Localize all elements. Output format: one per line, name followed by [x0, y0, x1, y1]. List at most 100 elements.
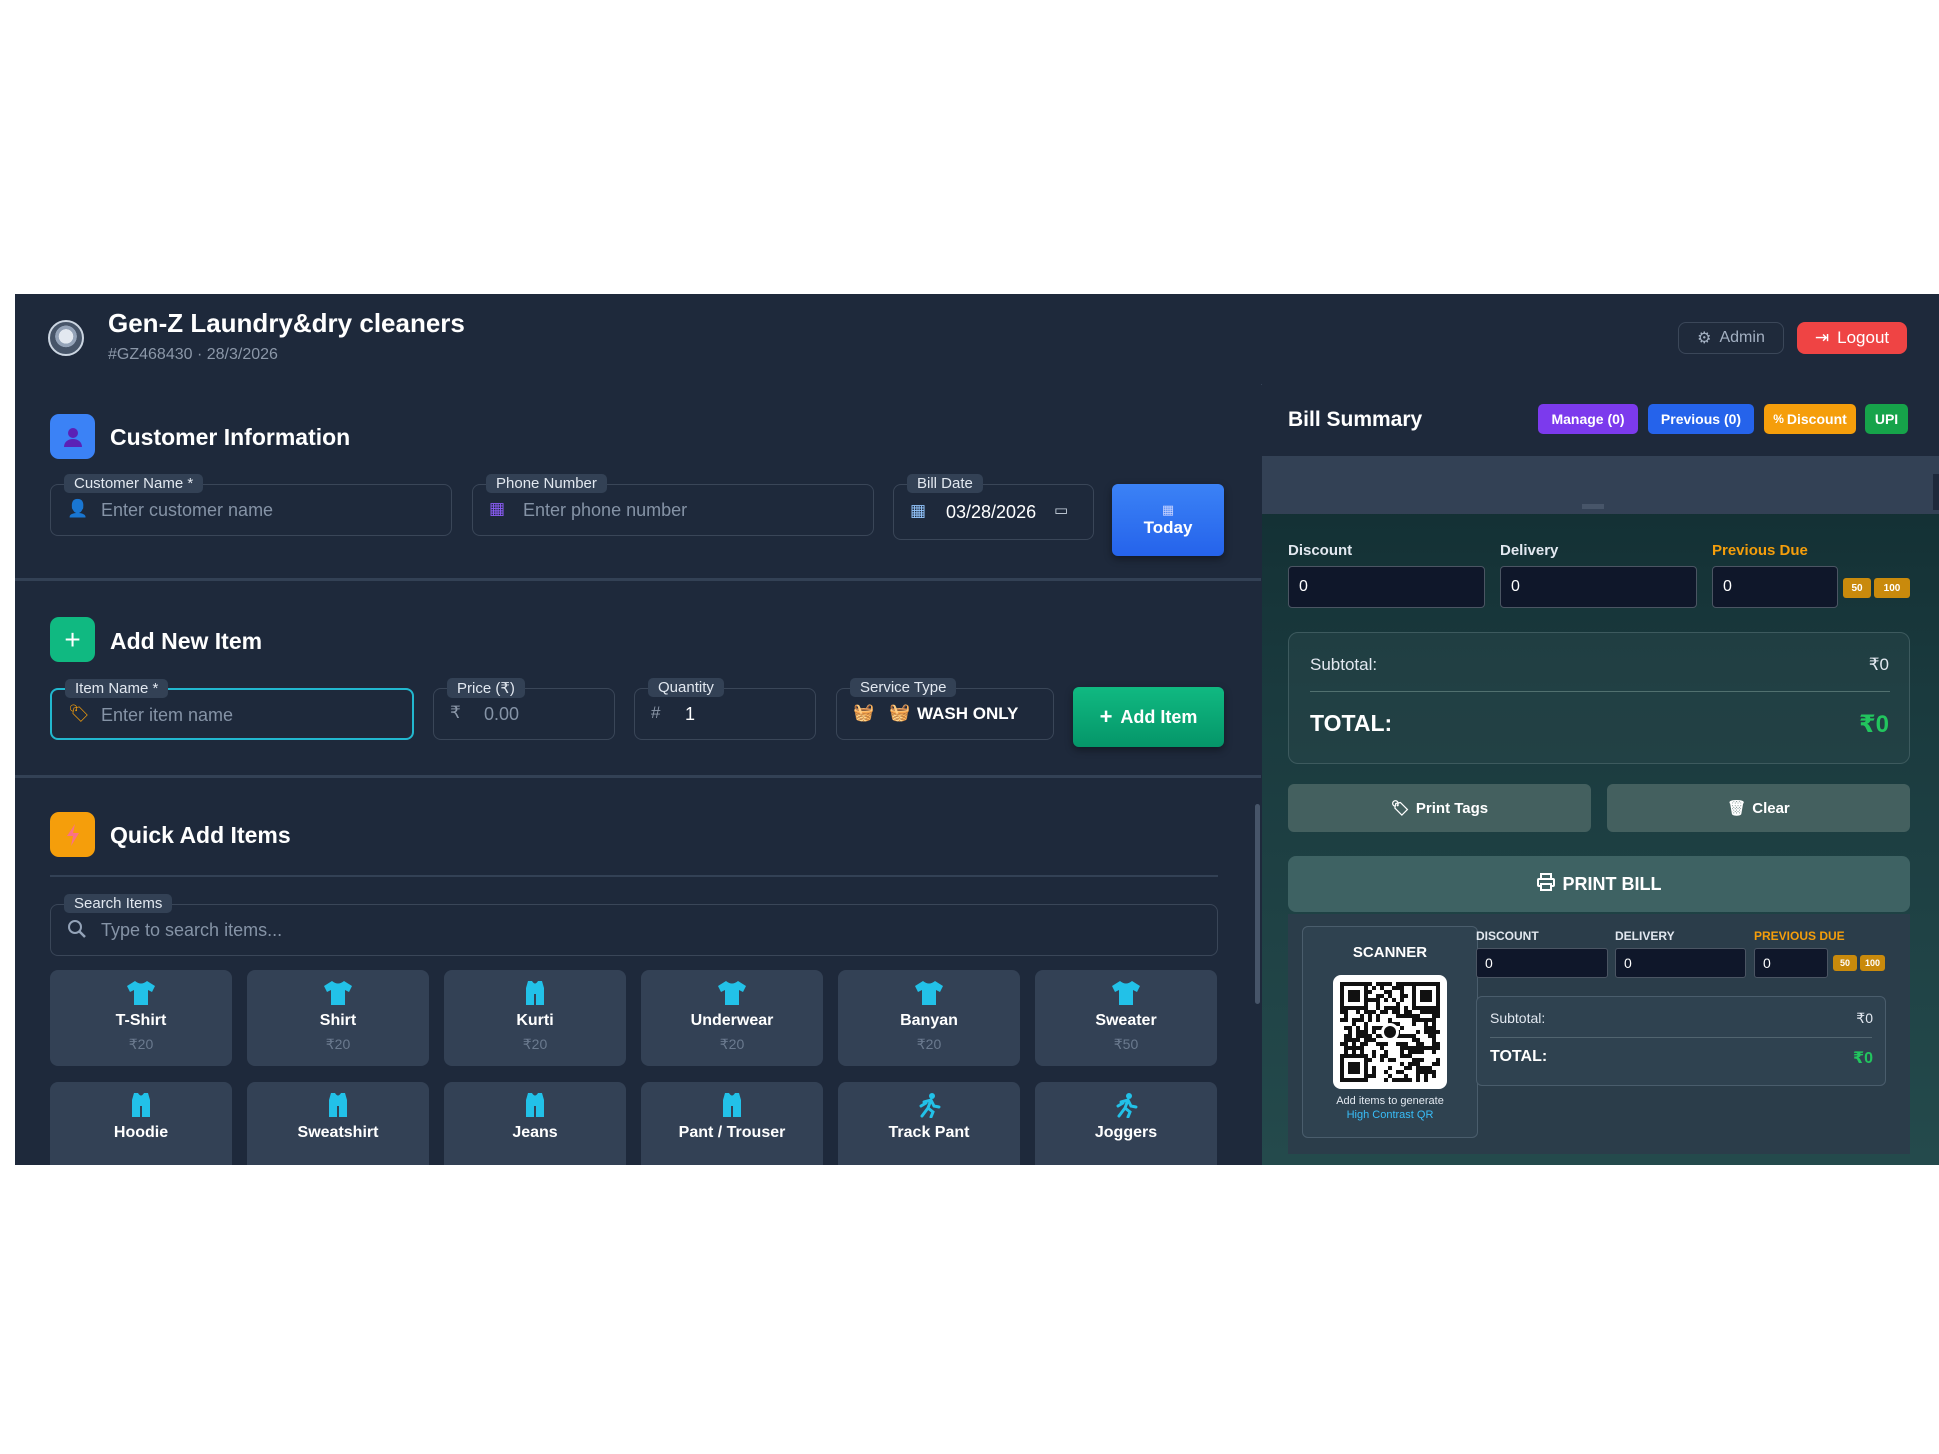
subtotal-label: Subtotal:	[1310, 655, 1378, 674]
quick-item-tile[interactable]: Sweatshirt	[247, 1082, 429, 1165]
quick-item-price: ₹20	[522, 1036, 548, 1052]
previous-due-label: Previous Due	[1712, 542, 1808, 559]
quick-item-price: ₹50	[1113, 1036, 1139, 1052]
person-icon: 👤	[67, 499, 89, 518]
left-scrollbar[interactable]	[1255, 804, 1260, 1004]
vest-icon	[323, 1092, 353, 1118]
vest-icon	[520, 980, 550, 1006]
print-bill-label: PRINT BILL	[1562, 873, 1662, 894]
vest-icon	[520, 1092, 550, 1118]
customer-name-field[interactable]: Customer Name * 👤 Enter customer name	[50, 474, 452, 536]
delivery-input[interactable]: 0	[1500, 566, 1697, 608]
phone-number-input[interactable]: Enter phone number	[523, 500, 687, 521]
quick-item-name: Sweater	[1095, 1012, 1157, 1029]
phone-number-label: Phone Number	[486, 474, 607, 493]
quick-item-tile[interactable]: Track Pant	[838, 1082, 1020, 1165]
high-contrast-qr-link[interactable]: High Contrast QR	[1303, 1109, 1477, 1121]
app-header: Gen-Z Laundry&dry cleaners #GZ468430 · 2…	[15, 294, 1939, 385]
subtotal-value: ₹0	[1868, 655, 1889, 674]
clear-button[interactable]: 🗑 Clear	[1607, 784, 1910, 832]
quantity-input[interactable]: 1	[685, 704, 695, 725]
phone-number-field[interactable]: Phone Number ▦ Enter phone number	[472, 474, 874, 536]
price-input[interactable]: 0.00	[484, 704, 519, 725]
quick-item-tile[interactable]: T-Shirt ₹20	[50, 970, 232, 1066]
tshirt-icon	[1111, 980, 1141, 1006]
previous-due-input[interactable]: 0	[1712, 566, 1838, 608]
quick-item-name: Underwear	[690, 1012, 774, 1029]
preview-delivery-label: DELIVERY	[1615, 929, 1675, 943]
tag-icon: 🏷	[68, 704, 90, 723]
price-field[interactable]: Price (₹) ₹ 0.00	[433, 678, 615, 740]
item-name-label: Item Name *	[65, 679, 169, 698]
quick-item-tile[interactable]: Shirt ₹20	[247, 970, 429, 1066]
quick-item-tile[interactable]: Banyan ₹20	[838, 970, 1020, 1066]
search-items-field[interactable]: Search Items Type to search items...	[50, 894, 1218, 956]
running-icon	[1111, 1092, 1141, 1119]
quick-item-tile[interactable]: Kurti ₹20	[444, 970, 626, 1066]
logout-button[interactable]: ⇥ Logout	[1797, 322, 1907, 354]
quick-item-tile[interactable]: Hoodie	[50, 1082, 232, 1165]
preview-discount-input[interactable]: 0	[1476, 948, 1608, 978]
quick-item-tile[interactable]: Joggers	[1035, 1082, 1217, 1165]
preview-add-50-button[interactable]: 50	[1833, 955, 1857, 971]
rupee-icon: ₹	[450, 703, 461, 722]
hash-icon: #	[651, 703, 661, 722]
quick-item-tile[interactable]: Pant / Trouser	[641, 1082, 823, 1165]
quick-item-name: Track Pant	[888, 1124, 970, 1141]
quantity-field[interactable]: Quantity # 1	[634, 678, 816, 740]
add-item-section-title: Add New Item	[110, 628, 263, 654]
today-button[interactable]: ▦ Today	[1112, 484, 1224, 556]
print-bill-button[interactable]: PRINT BILL	[1288, 856, 1910, 912]
print-tags-button[interactable]: 🏷 Print Tags	[1288, 784, 1591, 832]
add-100-button[interactable]: 100	[1874, 578, 1910, 598]
add-item-button[interactable]: + Add Item	[1073, 687, 1224, 747]
preview-add-100-button[interactable]: 100	[1860, 955, 1885, 971]
clear-label: Clear	[1752, 799, 1790, 817]
tag-icon: 🏷	[1390, 800, 1410, 817]
upi-button[interactable]: UPI	[1865, 404, 1908, 434]
calendar-icon: ▦	[910, 501, 927, 520]
tshirt-icon	[914, 980, 944, 1006]
gear-icon: ⚙	[1697, 330, 1712, 347]
preview-totals-card: Subtotal: ₹0 TOTAL: ₹0	[1476, 996, 1886, 1086]
search-items-input[interactable]: Type to search items...	[101, 920, 282, 941]
bill-date-input[interactable]: 03/28/2026	[946, 502, 1036, 523]
trash-icon: 🗑	[1727, 800, 1747, 817]
service-type-select[interactable]: Service Type 🧺 🧺 WASH ONLY	[836, 678, 1054, 740]
customer-name-input[interactable]: Enter customer name	[101, 500, 273, 521]
add-50-button[interactable]: 50	[1843, 578, 1871, 598]
discount-label: Discount	[1288, 542, 1353, 559]
calendar-icon: ▦	[1161, 502, 1175, 517]
bill-date-field[interactable]: Bill Date ▦ 03/28/2026 ▭	[893, 474, 1094, 540]
scanner-card: SCANNER Add items to generate High Contr…	[1302, 926, 1478, 1138]
preview-delivery-input[interactable]: 0	[1615, 948, 1746, 978]
totals-divider	[1310, 691, 1890, 692]
discount-button[interactable]: % Discount	[1764, 404, 1856, 434]
section-divider	[15, 775, 1261, 778]
quick-item-tile[interactable]: Jeans	[444, 1082, 626, 1165]
service-type-label: Service Type	[850, 678, 957, 697]
previous-button[interactable]: Previous (0)	[1648, 404, 1754, 434]
tshirt-icon	[717, 980, 747, 1006]
date-picker-icon[interactable]: ▭	[1054, 501, 1068, 519]
manage-button[interactable]: Manage (0)	[1538, 404, 1638, 434]
resize-handle[interactable]	[1582, 504, 1604, 509]
preview-previous-due-input[interactable]: 0	[1754, 948, 1828, 978]
left-panel: Customer Information Customer Name * 👤 E…	[15, 384, 1261, 1165]
quick-item-name: Kurti	[516, 1012, 554, 1029]
discount-input[interactable]: 0	[1288, 566, 1485, 608]
admin-button[interactable]: ⚙ Admin	[1678, 322, 1784, 354]
percent-icon: %	[1773, 412, 1784, 426]
quick-item-price: ₹20	[325, 1036, 351, 1052]
item-name-field[interactable]: Item Name * 🏷 Enter item name	[50, 679, 414, 740]
quick-item-tile[interactable]: Underwear ₹20	[641, 970, 823, 1066]
preview-discount-label: DISCOUNT	[1476, 929, 1539, 943]
preview-total-value: ₹0	[1852, 1050, 1873, 1067]
totals-card: Subtotal: ₹0 TOTAL: ₹0	[1288, 632, 1910, 764]
total-value: ₹0	[1858, 711, 1889, 738]
quick-item-tile[interactable]: Sweater ₹50	[1035, 970, 1217, 1066]
bill-items-scrollbar[interactable]	[1933, 474, 1939, 510]
plus-icon: +	[1099, 704, 1113, 729]
plus-icon: +	[50, 617, 95, 662]
item-name-input[interactable]: Enter item name	[101, 705, 233, 726]
